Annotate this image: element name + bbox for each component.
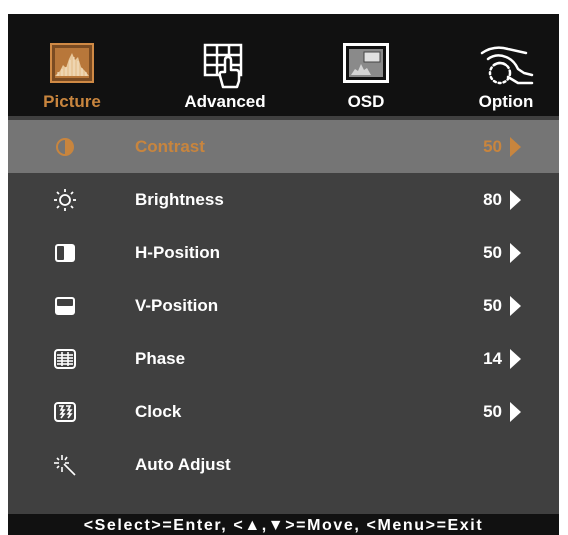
menu-item-label: Phase <box>135 349 186 368</box>
menu-item-label: V-Position <box>135 296 219 315</box>
menu-item-value: 50 <box>483 243 502 262</box>
chevron-right-icon <box>510 402 521 422</box>
advanced-grid-icon <box>203 43 247 94</box>
menu-item-auto-adjust[interactable]: Auto Adjust <box>8 438 559 491</box>
h-position-icon <box>52 241 78 265</box>
menu-item-clock[interactable]: Clock 50 <box>8 385 559 438</box>
auto-adjust-icon <box>52 453 78 477</box>
menu-item-value: 50 <box>483 137 502 156</box>
chevron-right-icon <box>510 137 521 157</box>
tab-picture-label: Picture <box>43 92 101 111</box>
chevron-right-icon <box>510 243 521 263</box>
menu-item-phase[interactable]: Phase 14 <box>8 332 559 385</box>
menu-item-value: 50 <box>483 402 502 421</box>
tab-advanced-label: Advanced <box>184 92 266 111</box>
chevron-right-icon <box>510 349 521 369</box>
menu-item-contrast[interactable]: Contrast 50 <box>8 120 559 173</box>
menu-item-value: 14 <box>483 349 502 368</box>
menu-item-label: Brightness <box>135 190 224 209</box>
menu-item-h-position[interactable]: H-Position 50 <box>8 226 559 279</box>
menu-item-brightness[interactable]: Brightness 80 <box>8 173 559 226</box>
tab-picture[interactable]: Picture <box>16 14 128 116</box>
osd-icon <box>343 43 389 88</box>
picture-icon <box>50 43 94 88</box>
tab-bar: Picture Advanced OSD Option <box>8 14 559 116</box>
chevron-right-icon <box>510 296 521 316</box>
tab-option[interactable]: Option <box>458 14 554 116</box>
osd-menu: Picture Advanced OSD Option Contrast 50 … <box>8 14 559 535</box>
menu-item-label: Contrast <box>135 137 205 156</box>
tab-advanced[interactable]: Advanced <box>166 14 284 116</box>
chevron-right-icon <box>510 190 521 210</box>
brightness-icon <box>52 188 78 212</box>
picture-settings-list: Contrast 50 Brightness 80 H-Position 50 … <box>8 116 559 514</box>
tab-osd[interactable]: OSD <box>324 14 408 116</box>
menu-item-value: 80 <box>483 190 502 209</box>
clock-icon <box>52 400 78 424</box>
tab-osd-label: OSD <box>347 92 385 111</box>
v-position-icon <box>52 294 78 318</box>
menu-item-label: H-Position <box>135 243 220 262</box>
contrast-icon <box>52 135 78 159</box>
option-hand-icon <box>478 43 534 92</box>
key-help-text: <Select>=Enter, <▲,▼>=Move, <Menu>=Exit <box>8 514 559 535</box>
tab-option-label: Option <box>478 92 534 111</box>
phase-icon <box>52 347 78 371</box>
menu-item-label: Auto Adjust <box>135 455 231 474</box>
menu-item-value: 50 <box>483 296 502 315</box>
menu-item-label: Clock <box>135 402 182 421</box>
menu-item-v-position[interactable]: V-Position 50 <box>8 279 559 332</box>
